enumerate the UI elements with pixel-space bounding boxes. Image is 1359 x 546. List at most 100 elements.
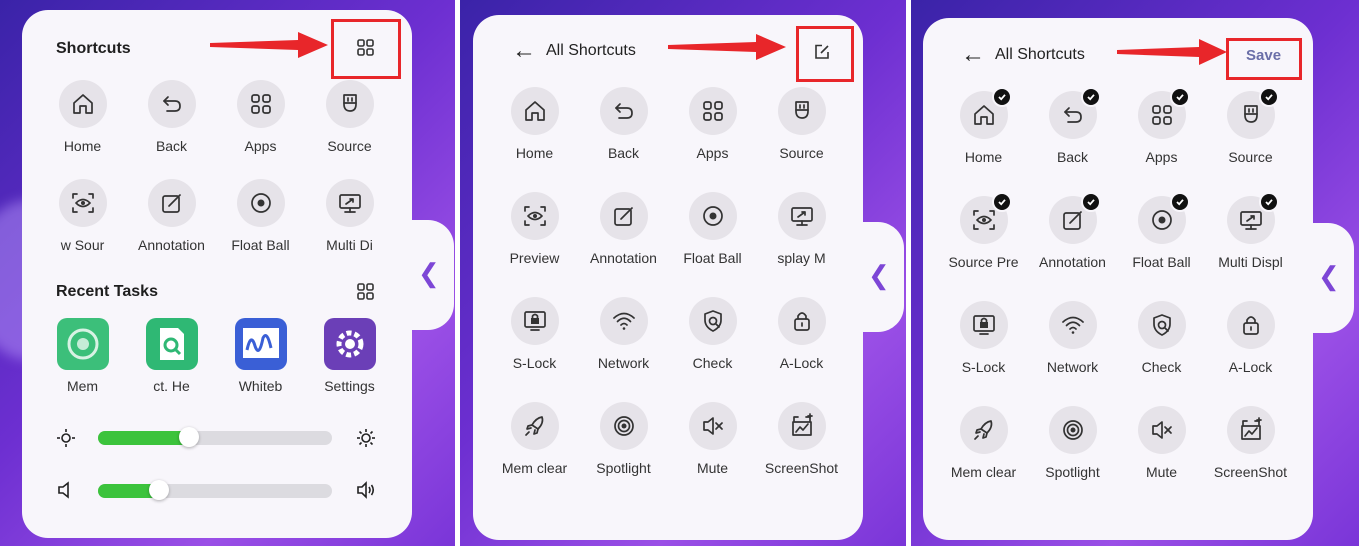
- annotation-icon[interactable]: [599, 192, 648, 240]
- shortcut-item[interactable]: Source: [757, 87, 846, 192]
- multi-display-icon[interactable]: [777, 192, 826, 240]
- shortcut-item[interactable]: Source: [305, 80, 394, 179]
- volume-slider[interactable]: [98, 480, 332, 500]
- screen-lock-icon[interactable]: [959, 301, 1008, 349]
- apps-icon[interactable]: [236, 80, 285, 128]
- source-icon[interactable]: [325, 80, 374, 128]
- volume-slider-knob[interactable]: [149, 480, 169, 500]
- shortcut-item[interactable]: Mem clear: [939, 406, 1028, 511]
- edit-grid-icon[interactable]: [357, 39, 375, 57]
- shortcut-item[interactable]: Float Ball: [668, 192, 757, 297]
- shortcut-item[interactable]: Back: [1028, 87, 1117, 196]
- shortcut-item[interactable]: Annotation: [1028, 192, 1117, 301]
- shortcut-item[interactable]: Network: [1028, 301, 1117, 406]
- shortcut-item[interactable]: Home: [490, 87, 579, 192]
- spotlight-icon[interactable]: [599, 402, 648, 450]
- source-icon[interactable]: [777, 87, 826, 135]
- chevron-left-icon[interactable]: ❮: [418, 258, 440, 289]
- shortcut-item[interactable]: Preview: [490, 192, 579, 297]
- brightness-slider[interactable]: [98, 427, 332, 447]
- brightness-slider-knob[interactable]: [179, 427, 199, 447]
- mem-clear-icon[interactable]: [510, 402, 559, 450]
- network-icon[interactable]: [1048, 301, 1097, 349]
- shortcut-item[interactable]: w Sour: [38, 179, 127, 278]
- selected-check-icon[interactable]: [1258, 192, 1279, 212]
- shortcut-item[interactable]: Apps: [216, 80, 305, 179]
- float-ball-icon[interactable]: [688, 192, 737, 240]
- screen-lock-icon[interactable]: [510, 297, 559, 345]
- home-icon[interactable]: [959, 87, 1012, 139]
- selected-check-icon[interactable]: [1080, 192, 1101, 212]
- shortcut-item[interactable]: Apps: [668, 87, 757, 192]
- multi-display-icon[interactable]: [1226, 192, 1279, 244]
- source-preview-icon[interactable]: [959, 192, 1012, 244]
- shortcut-item[interactable]: Annotation: [127, 179, 216, 278]
- chevron-left-icon[interactable]: ❮: [868, 260, 890, 291]
- shortcut-item[interactable]: Home: [38, 80, 127, 179]
- panel-side-tab[interactable]: ❮: [858, 222, 904, 332]
- shortcut-item[interactable]: Multi Di: [305, 179, 394, 278]
- recent-task-item[interactable]: Mem: [38, 318, 127, 398]
- back-arrow-icon[interactable]: ←: [961, 43, 985, 67]
- shortcut-item[interactable]: Apps: [1117, 87, 1206, 196]
- shortcut-item[interactable]: Spotlight: [1028, 406, 1117, 511]
- annotation-icon[interactable]: [1048, 192, 1101, 244]
- shortcut-item[interactable]: Home: [939, 87, 1028, 196]
- selected-check-icon[interactable]: [1258, 87, 1279, 107]
- back-icon[interactable]: [1048, 87, 1101, 139]
- back-arrow-icon[interactable]: ←: [512, 39, 536, 63]
- edit-icon[interactable]: [814, 44, 830, 60]
- selected-check-icon[interactable]: [1169, 87, 1190, 107]
- mute-icon[interactable]: [688, 402, 737, 450]
- mem-clear-app-icon[interactable]: [56, 318, 109, 370]
- back-icon[interactable]: [147, 80, 196, 128]
- shortcut-item[interactable]: Float Ball: [1117, 192, 1206, 301]
- float-ball-icon[interactable]: [236, 179, 285, 227]
- shortcut-item[interactable]: Mem clear: [490, 402, 579, 507]
- spotlight-icon[interactable]: [1048, 406, 1097, 454]
- home-icon[interactable]: [510, 87, 559, 135]
- source-icon[interactable]: [1226, 87, 1279, 139]
- mem-clear-icon[interactable]: [959, 406, 1008, 454]
- shortcut-item[interactable]: Back: [579, 87, 668, 192]
- shortcut-item[interactable]: Check: [668, 297, 757, 402]
- shortcut-item[interactable]: Mute: [1117, 406, 1206, 511]
- source-preview-icon[interactable]: [510, 192, 559, 240]
- check-icon[interactable]: [688, 297, 737, 345]
- shortcut-item[interactable]: Check: [1117, 301, 1206, 406]
- shortcut-item[interactable]: A-Lock: [757, 297, 846, 402]
- apps-icon[interactable]: [688, 87, 737, 135]
- shortcut-item[interactable]: S-Lock: [939, 301, 1028, 406]
- screenshot-icon[interactable]: [1226, 406, 1275, 454]
- selected-check-icon[interactable]: [1080, 87, 1101, 107]
- apps-icon[interactable]: [1137, 87, 1190, 139]
- shortcut-item[interactable]: Multi Displ: [1206, 192, 1295, 301]
- shortcut-item[interactable]: Back: [127, 80, 216, 179]
- shortcut-item[interactable]: S-Lock: [490, 297, 579, 402]
- annotation-icon[interactable]: [147, 179, 196, 227]
- lock-icon[interactable]: [1226, 301, 1275, 349]
- shortcut-item[interactable]: A-Lock: [1206, 301, 1295, 406]
- check-icon[interactable]: [1137, 301, 1186, 349]
- shortcut-item[interactable]: Mute: [668, 402, 757, 507]
- shortcut-item[interactable]: Annotation: [579, 192, 668, 297]
- screenshot-icon[interactable]: [777, 402, 826, 450]
- source-preview-icon[interactable]: [58, 179, 107, 227]
- help-app-icon[interactable]: [145, 318, 198, 370]
- recent-task-item[interactable]: Settings: [305, 318, 394, 398]
- shortcut-item[interactable]: Spotlight: [579, 402, 668, 507]
- whiteboard-app-icon[interactable]: [234, 318, 287, 370]
- selected-check-icon[interactable]: [991, 192, 1012, 212]
- recent-tasks-grid-icon[interactable]: [357, 283, 375, 301]
- network-icon[interactable]: [599, 297, 648, 345]
- recent-task-item[interactable]: Whiteb: [216, 318, 305, 398]
- recent-task-item[interactable]: ct. He: [127, 318, 216, 398]
- selected-check-icon[interactable]: [1169, 192, 1190, 212]
- panel-side-tab[interactable]: ❮: [1308, 223, 1354, 333]
- chevron-left-icon[interactable]: ❮: [1318, 261, 1340, 292]
- selected-check-icon[interactable]: [991, 87, 1012, 107]
- back-icon[interactable]: [599, 87, 648, 135]
- shortcut-item[interactable]: Source: [1206, 87, 1295, 196]
- shortcut-item[interactable]: ScreenShot: [757, 402, 846, 507]
- save-button[interactable]: Save: [1246, 47, 1281, 64]
